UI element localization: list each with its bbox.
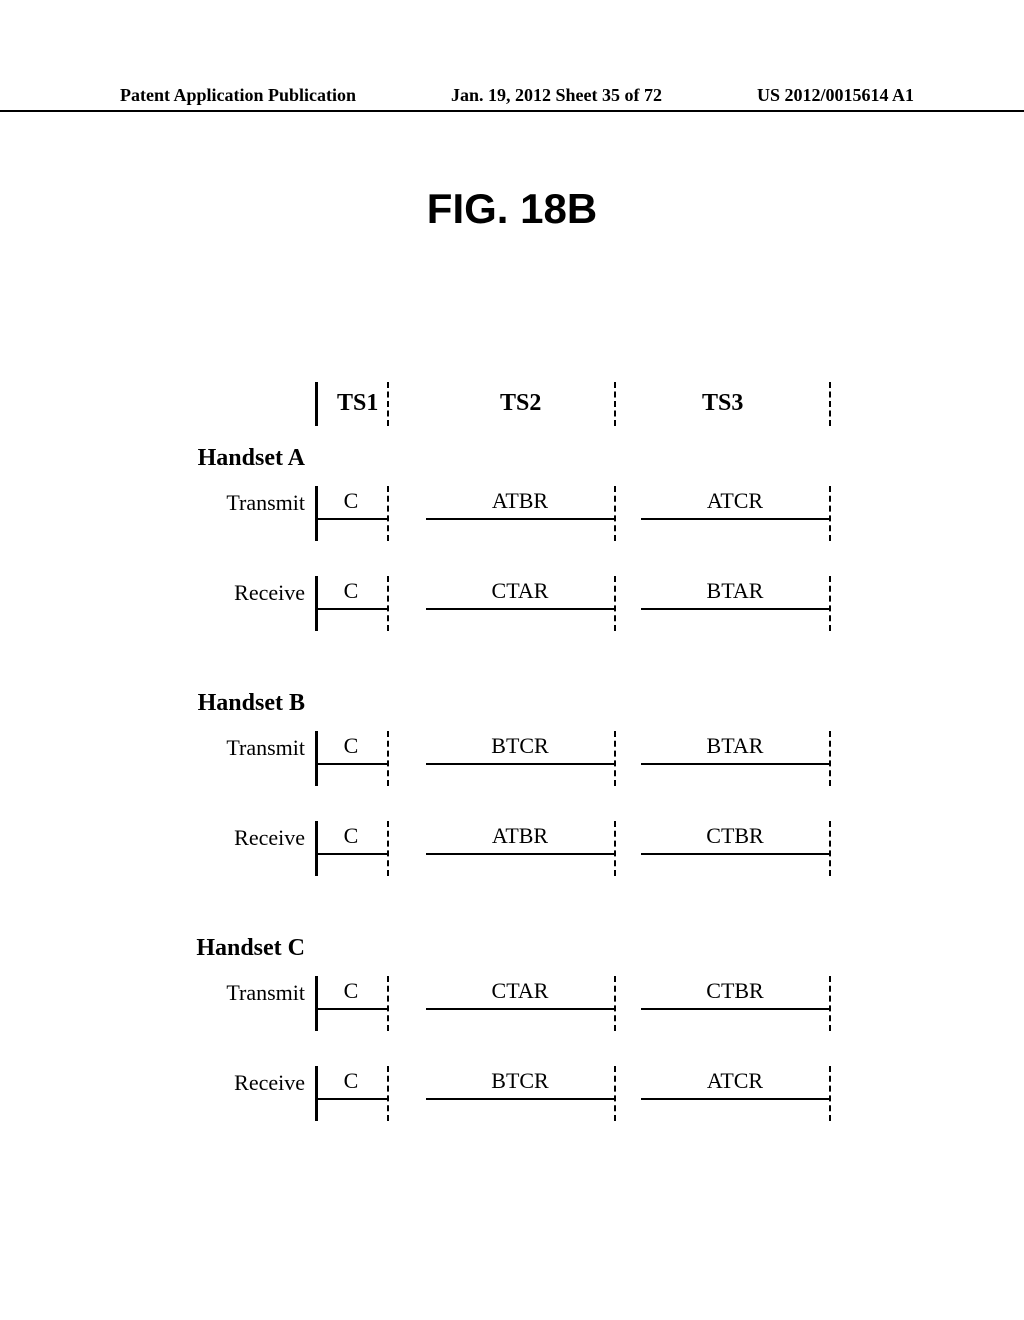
handset-a-receive-ts1: C: [315, 576, 387, 610]
vline-dash: [387, 821, 389, 876]
transmit-label: Transmit: [140, 735, 305, 761]
vline-dash: [387, 976, 389, 1031]
handset-b-receive-ts2: ATBR: [426, 821, 614, 855]
vline-dash: [614, 382, 616, 426]
header-center: Jan. 19, 2012 Sheet 35 of 72: [451, 85, 662, 106]
handset-a-transmit-ts1: C: [315, 486, 387, 520]
handset-a-transmit-ts3: ATCR: [641, 486, 829, 520]
vline-dash: [387, 486, 389, 541]
handset-c-label: Handset C: [140, 935, 305, 962]
handset-c-receive-ts2: BTCR: [426, 1066, 614, 1100]
header-right: US 2012/0015614 A1: [757, 85, 914, 106]
vline-dash: [829, 821, 831, 876]
handset-b-transmit-ts3: BTAR: [641, 731, 829, 765]
handset-a-transmit-ts2: ATBR: [426, 486, 614, 520]
vline-dash: [387, 731, 389, 786]
handset-a-receive-ts3: BTAR: [641, 576, 829, 610]
handset-b-transmit-ts2: BTCR: [426, 731, 614, 765]
vline-dash: [614, 486, 616, 541]
vline-dash: [829, 382, 831, 426]
vline-dash: [829, 1066, 831, 1121]
vline: [315, 731, 318, 786]
vline-dash: [387, 576, 389, 631]
column-header-ts3: TS3: [702, 390, 743, 417]
figure-title: FIG. 18B: [427, 185, 597, 233]
vline-dash: [614, 821, 616, 876]
handset-c-transmit-ts3: CTBR: [641, 976, 829, 1010]
transmit-label: Transmit: [140, 490, 305, 516]
handset-b-label: Handset B: [140, 690, 305, 717]
timeslot-diagram: TS1 TS2 TS3 Handset A Transmit C ATBR AT…: [140, 390, 880, 1110]
vline-dash: [614, 976, 616, 1031]
vline: [315, 1066, 318, 1121]
vline-dash: [829, 976, 831, 1031]
receive-label: Receive: [140, 580, 305, 606]
vline: [315, 576, 318, 631]
receive-label: Receive: [140, 825, 305, 851]
receive-label: Receive: [140, 1070, 305, 1096]
vline-dash: [387, 382, 389, 426]
transmit-label: Transmit: [140, 980, 305, 1006]
vline: [315, 821, 318, 876]
column-header-ts2: TS2: [500, 390, 541, 417]
vline-dash: [614, 576, 616, 631]
vline-dash: [614, 1066, 616, 1121]
vline-dash: [614, 731, 616, 786]
handset-a-receive-ts2: CTAR: [426, 576, 614, 610]
header-left: Patent Application Publication: [120, 85, 356, 106]
vline-dash: [829, 576, 831, 631]
handset-c-transmit-ts1: C: [315, 976, 387, 1010]
handset-b-receive-ts1: C: [315, 821, 387, 855]
vline-dash: [829, 486, 831, 541]
handset-b-receive-ts3: CTBR: [641, 821, 829, 855]
handset-c-transmit-ts2: CTAR: [426, 976, 614, 1010]
page-header: Patent Application Publication Jan. 19, …: [120, 85, 914, 106]
vline: [315, 382, 318, 426]
column-header-ts1: TS1: [337, 390, 378, 417]
handset-c-receive-ts3: ATCR: [641, 1066, 829, 1100]
header-divider: [0, 110, 1024, 112]
vline-dash: [387, 1066, 389, 1121]
vline: [315, 486, 318, 541]
vline-dash: [829, 731, 831, 786]
vline: [315, 976, 318, 1031]
handset-a-label: Handset A: [140, 445, 305, 472]
handset-b-transmit-ts1: C: [315, 731, 387, 765]
handset-c-receive-ts1: C: [315, 1066, 387, 1100]
